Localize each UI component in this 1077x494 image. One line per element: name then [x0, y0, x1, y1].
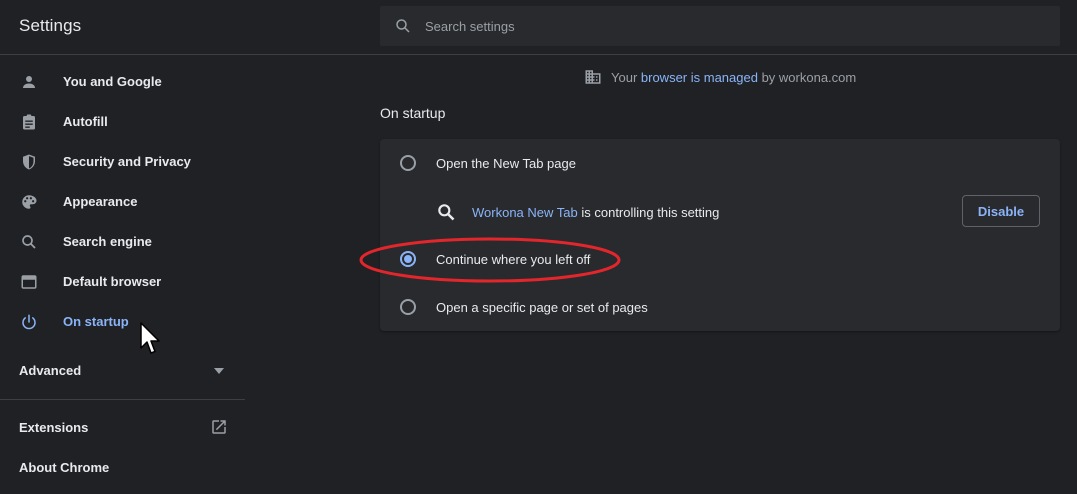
open-in-new-icon [212, 420, 226, 434]
sidebar-item-appearance[interactable]: Appearance [0, 182, 245, 222]
on-startup-card: Open the New Tab page Workona New Tab is… [380, 139, 1060, 331]
search-box[interactable] [380, 6, 1060, 46]
search-icon [396, 19, 410, 33]
control-text: Workona New Tab is controlling this sett… [472, 205, 719, 220]
sidebar-item-extensions[interactable]: Extensions [0, 407, 245, 447]
search-input[interactable] [425, 6, 1025, 46]
clipboard-icon [19, 112, 39, 132]
sidebar-item-default-browser[interactable]: Default browser [0, 262, 245, 302]
sidebar-item-label: Appearance [63, 194, 138, 209]
sidebar-item-security-and-privacy[interactable]: Security and Privacy [0, 142, 245, 182]
control-suffix: is controlling this setting [577, 205, 720, 220]
option-new-tab[interactable]: Open the New Tab page [380, 142, 1060, 182]
managed-suffix: by workona.com [757, 69, 857, 85]
option-specific-pages[interactable]: Open a specific page or set of pages [380, 286, 1060, 326]
browser-window-icon [19, 272, 39, 292]
sidebar-item-label: Search engine [63, 234, 152, 249]
sidebar-item-you-and-google[interactable]: You and Google [0, 62, 245, 102]
sidebar-divider [0, 399, 245, 400]
shield-icon [19, 152, 39, 172]
extension-control-notice: Workona New Tab is controlling this sett… [380, 191, 1060, 231]
person-icon [19, 72, 39, 92]
sidebar-item-search-engine[interactable]: Search engine [0, 222, 245, 262]
radio-specific-pages[interactable] [400, 299, 416, 315]
disable-button[interactable]: Disable [962, 195, 1040, 227]
magnifier-icon [438, 204, 455, 221]
building-icon [585, 70, 601, 84]
managed-link[interactable]: browser is managed [641, 70, 758, 85]
radio-new-tab[interactable] [400, 155, 416, 171]
extensions-label: Extensions [19, 420, 89, 435]
sidebar-item-label: Autofill [63, 114, 108, 129]
advanced-label: Advanced [19, 363, 82, 378]
sidebar: You and Google Autofill Security and Pri… [0, 56, 245, 494]
sidebar-item-about-chrome[interactable]: About Chrome [0, 447, 245, 487]
option-label: Open a specific page or set of pages [436, 300, 648, 315]
sidebar-item-label: Security and Privacy [63, 154, 191, 169]
extension-link[interactable]: Workona New Tab [472, 205, 578, 220]
section-title: On startup [380, 105, 446, 121]
header: Settings [0, 0, 1077, 55]
settings-window: Settings You and Google Autofill [0, 0, 1077, 494]
sidebar-item-label: Default browser [63, 274, 162, 289]
sidebar-item-label: You and Google [63, 74, 162, 89]
page-title: Settings [19, 16, 82, 35]
sidebar-item-label: On startup [63, 314, 129, 329]
managed-notice: Your browser is managed by workona.com [584, 67, 856, 87]
option-label: Open the New Tab page [436, 156, 576, 171]
caret-down-icon [214, 368, 224, 374]
sidebar-item-autofill[interactable]: Autofill [0, 102, 245, 142]
about-chrome-label: About Chrome [19, 460, 110, 475]
advanced-toggle[interactable]: Advanced [0, 350, 245, 390]
power-icon [19, 312, 39, 332]
mouse-cursor-icon [140, 322, 160, 354]
search-icon [19, 232, 39, 252]
sidebar-item-on-startup[interactable]: On startup [0, 302, 245, 342]
annotation-ellipse [359, 237, 621, 283]
palette-icon [19, 192, 39, 212]
managed-prefix: Your [611, 69, 641, 85]
